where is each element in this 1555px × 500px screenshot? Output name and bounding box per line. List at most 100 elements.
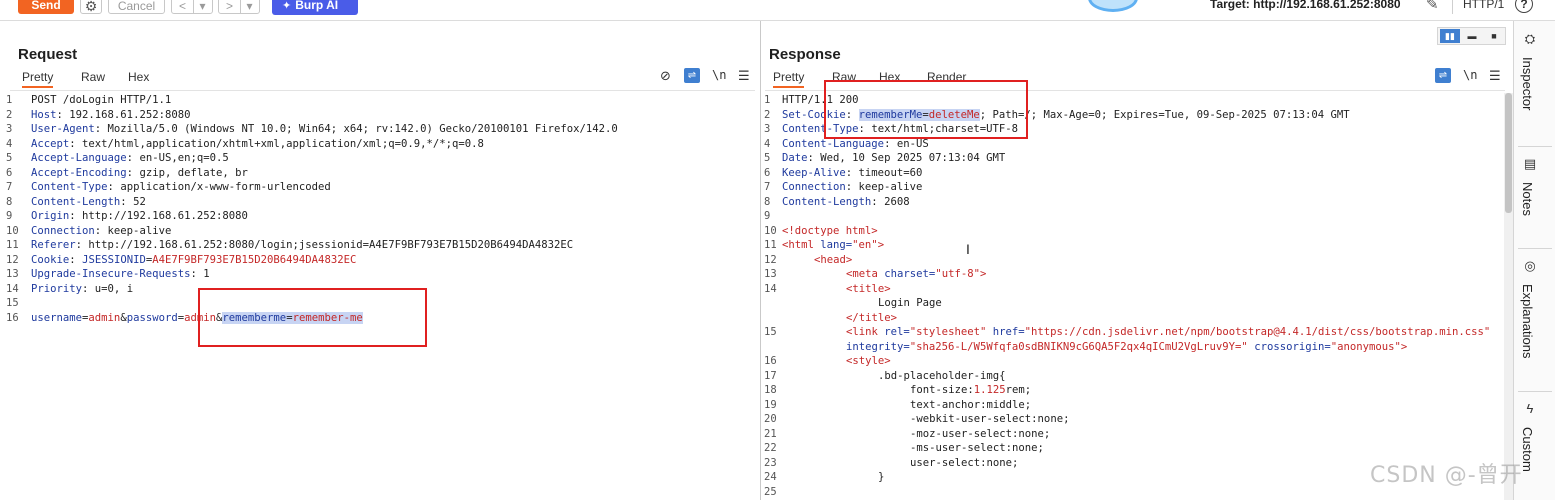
- cookie-key: JSESSIONID: [82, 253, 146, 266]
- split-vertical-icon[interactable]: ▬: [1462, 29, 1482, 43]
- attribute-value: "anonymous": [1330, 340, 1401, 353]
- header-key: Origin: [31, 210, 70, 222]
- burp-ai-button[interactable]: ✦ Burp AI: [272, 0, 358, 15]
- line-text: Cookie: JSESSIONID=A4E7F9BF793E7B15D20B6…: [31, 253, 356, 268]
- tab-hex[interactable]: Hex: [128, 70, 149, 84]
- newline-toggle[interactable]: \n: [712, 68, 726, 82]
- request-pane: Request Pretty Raw Hex ⊘ ⇌ \n ☰ 1 POST /d…: [0, 21, 760, 500]
- newline-toggle[interactable]: \n: [1463, 68, 1477, 82]
- cookie-value: A4E7F9BF793E7B15D20B6494DA4832EC: [152, 253, 357, 266]
- line-number: 13: [6, 268, 19, 280]
- http-version-label[interactable]: HTTP/1: [1463, 0, 1504, 11]
- code-line: 17 .bd-placeholder-img{: [761, 369, 1481, 384]
- header-value: 52: [126, 195, 146, 208]
- code-text: Login Page: [878, 297, 942, 309]
- attribute-name: lang=: [820, 239, 853, 251]
- line-text: text-anchor:middle;: [910, 398, 1031, 413]
- code-text: .bd-placeholder-img{: [878, 369, 1006, 382]
- hide-nonprintable-icon[interactable]: ⊘: [660, 68, 671, 84]
- header-value: application/x-www-form-urlencoded: [113, 181, 331, 193]
- line-number: 10: [6, 224, 19, 237]
- line-text: .bd-placeholder-img{: [878, 369, 1006, 384]
- back-menu-button[interactable]: ▾: [194, 0, 211, 13]
- header-value: keep-alive: [101, 224, 172, 237]
- header-value: timeout=60: [852, 166, 923, 179]
- line-text: Content-Type: application/x-www-form-url…: [31, 180, 331, 195]
- code-line: 16 <style>: [761, 354, 1481, 369]
- word-wrap-icon[interactable]: ⇌: [684, 68, 700, 83]
- line-number: 14: [6, 282, 19, 295]
- line-text: Upgrade-Insecure-Requests: 1: [31, 267, 210, 282]
- line-text: Login Page: [878, 296, 942, 311]
- menu-icon[interactable]: ☰: [1489, 68, 1501, 84]
- header-key: Host: [31, 108, 57, 121]
- gear-icon[interactable]: ⚙: [80, 0, 102, 14]
- request-line: POST /doLogin HTTP/1.1: [31, 94, 172, 106]
- line-text: Referer: http://192.168.61.252:8080/logi…: [31, 238, 573, 253]
- code-line: 10 <!doctype html>: [761, 224, 1481, 239]
- word-wrap-icon[interactable]: ⇌: [1435, 68, 1451, 83]
- line-text: <meta charset="utf-8">: [846, 267, 986, 282]
- line-number: 14: [764, 282, 777, 295]
- response-title: Response: [769, 46, 841, 63]
- help-icon[interactable]: ?: [1515, 0, 1533, 13]
- target-label: Target: http://192.168.61.252:8080: [1210, 0, 1401, 11]
- html-tag: <link: [846, 326, 885, 338]
- line-number: 7: [764, 181, 771, 193]
- menu-icon[interactable]: ☰: [738, 68, 750, 84]
- line-text: User-Agent: Mozilla/5.0 (Windows NT 10.0…: [31, 122, 618, 137]
- line-number: 18: [764, 384, 777, 396]
- line-text: Keep-Alive: timeout=60: [782, 166, 922, 181]
- tab-raw[interactable]: Raw: [81, 70, 105, 84]
- code-text: -webkit-user-select:none;: [910, 413, 1070, 425]
- line-number: 2: [6, 108, 13, 121]
- toolbar-divider: [1452, 0, 1453, 14]
- forward-menu-button[interactable]: ▾: [241, 0, 258, 13]
- cancel-button[interactable]: Cancel: [108, 0, 165, 14]
- line-number: 6: [764, 166, 771, 179]
- html-tag: >: [1400, 340, 1408, 353]
- tab-pretty[interactable]: Pretty: [22, 70, 54, 88]
- tab-pretty[interactable]: Pretty: [773, 70, 805, 88]
- line-text: <!doctype html>: [782, 224, 878, 239]
- split-horizontal-icon[interactable]: ▮▮: [1440, 29, 1460, 43]
- response-view-options: ⇌ \n ☰: [1435, 68, 1505, 86]
- single-pane-icon[interactable]: ■: [1484, 29, 1504, 43]
- code-line: 13 <meta charset="utf-8">: [761, 267, 1481, 282]
- sidebar-item-label: Inspector: [1520, 57, 1535, 111]
- request-view-options: ⊘ ⇌ \n ☰: [660, 68, 755, 86]
- header-key: Accept: [31, 137, 70, 150]
- response-scrollbar[interactable]: [1504, 93, 1513, 500]
- header-value: keep-alive: [852, 181, 923, 193]
- header-key: Accept-Language: [31, 152, 127, 164]
- edit-pencil-icon[interactable]: ✎: [1426, 0, 1439, 13]
- line-number: 16: [6, 311, 19, 324]
- html-tag: >: [979, 268, 987, 280]
- line-text: font-size:1.125rem;: [910, 383, 1031, 398]
- send-button[interactable]: Send: [18, 0, 74, 14]
- back-button[interactable]: <: [172, 0, 194, 13]
- sidebar-divider: [1518, 146, 1552, 147]
- code-line: 14 <title>: [761, 282, 1481, 297]
- sparkle-icon: ✦: [282, 0, 292, 12]
- forward-button[interactable]: >: [219, 0, 241, 13]
- header-value: http://192.168.61.252:8080: [75, 210, 248, 222]
- line-text: Accept-Language: en-US,en;q=0.5: [31, 151, 229, 166]
- code-line: 11 Referer: http://192.168.61.252:8080/lo…: [0, 238, 740, 253]
- scroll-thumb[interactable]: [1505, 93, 1512, 213]
- line-number: 9: [764, 210, 771, 222]
- sidebar-divider: [1518, 248, 1552, 249]
- code-line: 12 <head>: [761, 253, 1481, 268]
- forward-navigation: > ▾: [218, 0, 260, 14]
- code-line: 1 POST /doLogin HTTP/1.1: [0, 93, 740, 108]
- line-text: <link rel="stylesheet" href="https://cdn…: [846, 325, 1490, 340]
- lightbulb-icon: ◎: [1524, 258, 1536, 273]
- header-key: Cookie: [31, 253, 70, 266]
- code-line: 2 Host: 192.168.61.252:8080: [0, 108, 740, 123]
- line-number: 9: [6, 210, 13, 222]
- html-tag: <style>: [846, 355, 891, 367]
- request-tabs-divider: [10, 90, 755, 91]
- attribute-value: "sha256-L/W5Wfqfa0sdBNIKN9cG6QA5F2qx4qIC…: [909, 340, 1248, 353]
- param-value: admin: [88, 311, 121, 324]
- line-number: 22: [764, 442, 777, 454]
